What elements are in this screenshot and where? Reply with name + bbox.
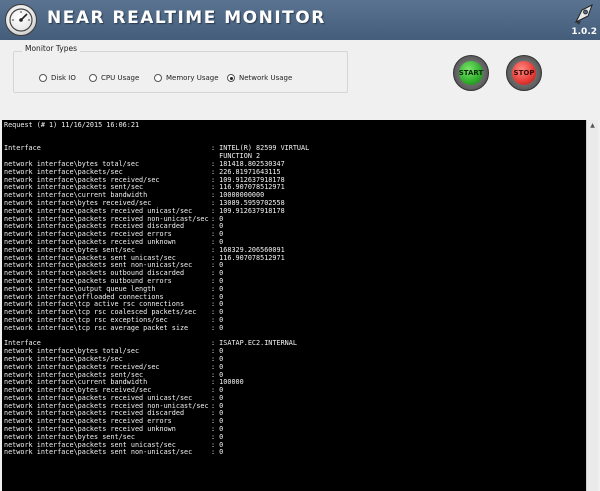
radio-disk-io-dot[interactable] <box>39 74 47 82</box>
console-line-value: : 0 <box>211 323 224 332</box>
rocket-badge-icon <box>572 2 596 28</box>
console-text: Request (# 1) 11/16/2015 16:06:21 Interf… <box>4 121 309 457</box>
stop-button[interactable]: STOP <box>506 55 542 91</box>
console-line-key: network interface\packets sent non-unica… <box>4 448 193 457</box>
console-line-key: network interface\tcp rsc average packet… <box>4 323 189 332</box>
start-button-label: START <box>459 61 483 85</box>
console-line: network interface\packets sent non-unica… <box>4 449 309 457</box>
radio-disk-io-label: Disk IO <box>51 74 76 82</box>
title-bar: NEAR REALTIME MONITOR 1.0.2 <box>0 0 600 40</box>
console-scrollbar[interactable]: ▲ <box>586 120 598 491</box>
console-line-value: : 0 <box>211 448 224 457</box>
console-line: Interface: INTEL(R) 82599 VIRTUAL <box>4 145 309 153</box>
console-line-key: Interface <box>4 144 41 153</box>
radio-network-usage[interactable]: Network Usage <box>227 72 292 84</box>
radio-cpu-usage[interactable]: CPU Usage <box>89 72 139 84</box>
stop-button-label: STOP <box>512 61 536 85</box>
radio-network-usage-dot[interactable] <box>227 74 235 82</box>
radio-memory-usage-dot[interactable] <box>154 74 162 82</box>
radio-cpu-usage-label: CPU Usage <box>101 74 140 82</box>
app-window: NEAR REALTIME MONITOR 1.0.2 Monitor Type… <box>0 0 600 491</box>
version-label: 1.0.2 <box>571 27 597 37</box>
radio-network-usage-label: Network Usage <box>239 74 293 82</box>
console-line: network interface\tcp rsc average packet… <box>4 323 309 333</box>
radio-memory-usage-label: Memory Usage <box>166 74 219 82</box>
monitor-types-label: Monitor Types <box>22 44 81 53</box>
radio-memory-usage[interactable]: Memory Usage <box>154 72 219 84</box>
console-line-value: : ISATAP.EC2.INTERNAL <box>211 339 297 348</box>
gauge-icon <box>5 4 37 36</box>
output-console[interactable]: Request (# 1) 11/16/2015 16:06:21 Interf… <box>2 120 586 491</box>
scroll-up-arrow-icon[interactable]: ▲ <box>587 120 598 131</box>
start-button[interactable]: START <box>453 55 489 91</box>
monitor-types-group: Monitor Types Disk IO CPU Usage Memory U… <box>13 44 348 93</box>
radio-disk-io[interactable]: Disk IO <box>39 72 76 84</box>
console-request-line: Request (# 1) 11/16/2015 16:06:21 <box>4 121 140 129</box>
radio-cpu-usage-dot[interactable] <box>89 74 97 82</box>
app-title: NEAR REALTIME MONITOR <box>47 8 326 28</box>
